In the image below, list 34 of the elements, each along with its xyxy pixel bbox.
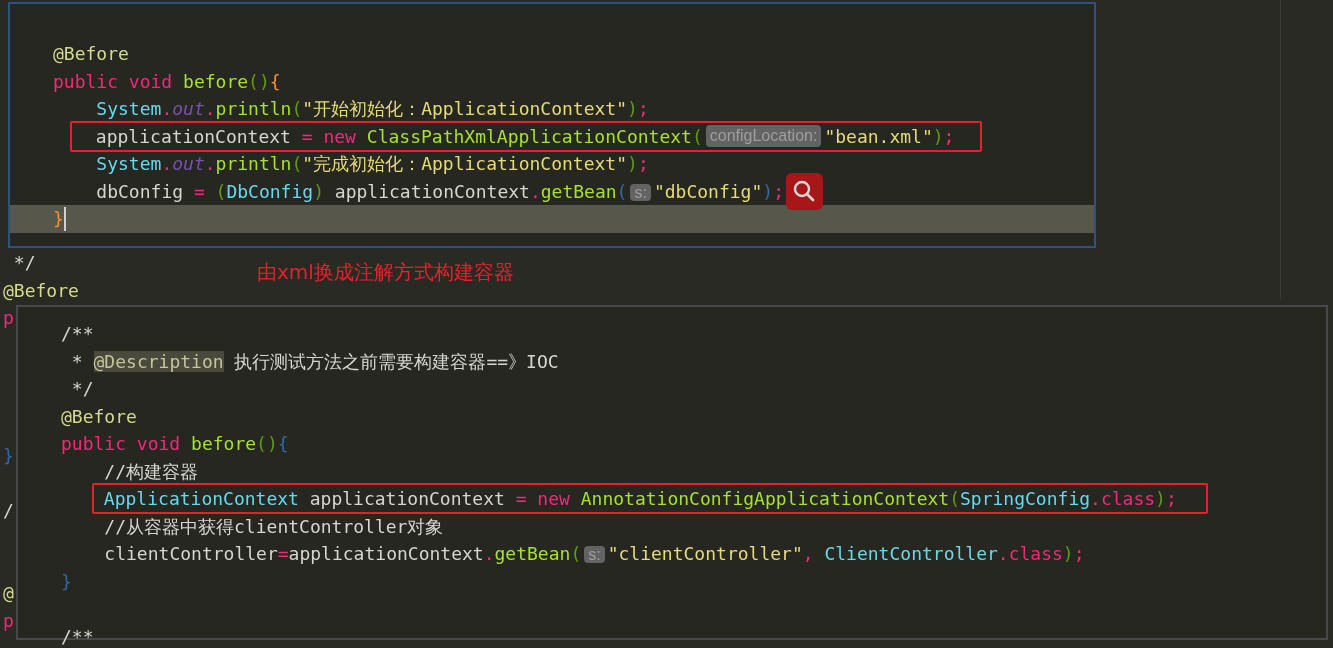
code-text: /**	[61, 625, 94, 647]
code-text: "bean.xml");	[824, 124, 955, 149]
code-text: p	[3, 609, 14, 631]
code-text: */	[13, 252, 36, 273]
code-text: @Before	[3, 279, 79, 301]
code-text: }	[61, 570, 72, 592]
code-text: System.out.println("完成初始化：ApplicationContext");	[96, 153, 649, 174]
code-text: @	[3, 582, 14, 603]
code-text: dbConfig = (DbConfig) applicationContext.getBean(	[96, 180, 628, 202]
code-text: public void before(){	[61, 433, 289, 454]
code-text: * @Description 执行测试方法之前需要构建容器==》IOC	[71, 350, 559, 372]
code-text: clientController=applicationContext.getBean(	[104, 543, 582, 564]
code-text: */	[71, 378, 94, 399]
code-text: System.out.println("开始初始化：ApplicationContext");	[96, 98, 649, 119]
code-text: /	[3, 499, 14, 521]
annotation-text: 由xml换成注解方式构建容器	[257, 259, 514, 285]
parameter-hint: configLocation:	[705, 125, 822, 148]
code-text: //从容器中获得clientController对象	[104, 515, 444, 537]
code-text: @Before	[61, 405, 137, 427]
code-text: }	[3, 444, 14, 466]
text-cursor	[63, 206, 66, 231]
code-text: /**	[61, 323, 94, 344]
code-text: "clientController", ClientController.class);	[607, 543, 1085, 564]
code-text: @Before	[53, 43, 129, 64]
code-text: "dbConfig");	[653, 180, 784, 202]
search-icon[interactable]	[785, 172, 823, 210]
parameter-hint: s:	[630, 183, 651, 201]
parameter-hint: s:	[584, 546, 605, 563]
code-text: public void before(){	[53, 70, 281, 92]
code-text: //构建容器	[104, 460, 199, 482]
code-text: ApplicationContext applicationContext = new AnnotationConfigApplicationContext(SpringConfig.class);	[103, 487, 1177, 511]
code-text: applicationContext = new ClassPathXmlApplicationContext(	[95, 124, 703, 149]
code-text: }	[53, 208, 64, 229]
code-text: p	[3, 307, 14, 328]
